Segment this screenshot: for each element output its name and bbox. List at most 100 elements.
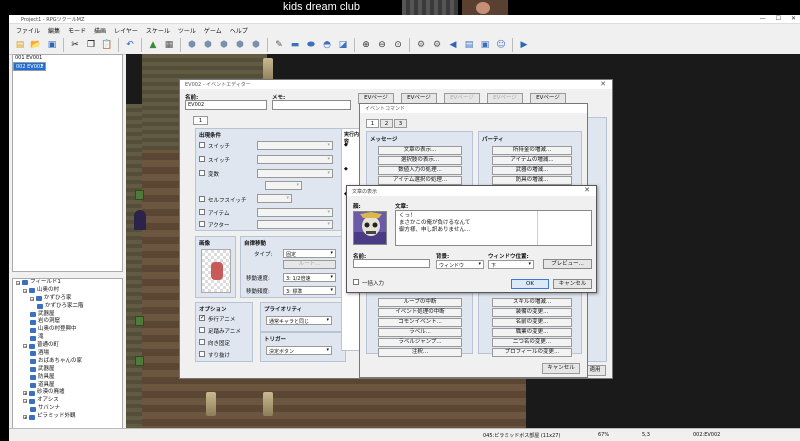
expand-toggle-icon[interactable]: − <box>16 280 20 285</box>
save-project-icon[interactable]: ▣ <box>45 38 59 52</box>
switch1-select[interactable] <box>257 141 333 150</box>
layer-auto-icon[interactable]: ⬢ <box>249 38 263 52</box>
close-icon[interactable]: ✕ <box>584 186 590 194</box>
priority-select[interactable]: 通常キャラと同じ <box>266 316 332 325</box>
message-text-area[interactable]: くっ！ まさかこの俺が負けるなんて 御方様、申し訳ありません… <box>395 210 592 246</box>
open-project-icon[interactable]: 📂 <box>29 38 43 52</box>
movement-frequency-select[interactable]: 3: 標準 <box>283 286 336 295</box>
expand-toggle-icon[interactable]: − <box>23 344 27 349</box>
tree-item[interactable]: 道具屋 <box>13 382 122 390</box>
command-button[interactable]: 職業の変更... <box>492 327 572 337</box>
command-tab-1[interactable]: 1 <box>366 119 379 128</box>
tree-item[interactable]: − 山奥の村 <box>13 287 122 295</box>
tree-item[interactable]: かずひろ家二階 <box>13 303 122 311</box>
ok-button[interactable]: OK <box>511 279 549 289</box>
expand-toggle-icon[interactable]: + <box>23 391 27 396</box>
preview-button[interactable]: プレビュー... <box>543 259 592 269</box>
tree-item[interactable]: 武器屋 <box>13 366 122 374</box>
menu-game[interactable]: ゲーム <box>201 25 225 35</box>
fill-icon[interactable]: ◓ <box>320 38 334 52</box>
layer1-icon[interactable]: ⬢ <box>185 38 199 52</box>
layer4-icon[interactable]: ⬢ <box>233 38 247 52</box>
new-project-icon[interactable]: ▤ <box>13 38 27 52</box>
tree-item[interactable]: 防具屋 <box>13 374 122 382</box>
event-searcher-icon[interactable]: ▤ <box>462 38 476 52</box>
batch-entry-checkbox[interactable] <box>353 279 359 285</box>
expand-toggle-icon[interactable]: − <box>23 399 27 404</box>
tree-item[interactable]: + ピラミッド外観 <box>13 413 122 421</box>
command-button[interactable]: コモンイベント... <box>378 317 462 327</box>
tree-item[interactable]: − フィールド1 <box>13 279 122 287</box>
memo-input[interactable] <box>272 100 351 110</box>
switch2-checkbox[interactable] <box>199 156 205 162</box>
paste-icon[interactable]: 📋 <box>100 38 114 52</box>
sound-test-icon[interactable]: ◀ <box>446 38 460 52</box>
face-image-slot[interactable] <box>353 211 387 245</box>
copy-icon[interactable]: ❐ <box>84 38 98 52</box>
zoom-actual-icon[interactable]: ⊙ <box>391 38 405 52</box>
menu-tools[interactable]: ツール <box>175 25 199 35</box>
event-name-input[interactable]: EV002 <box>185 100 267 110</box>
event-mode-icon[interactable]: ▦ <box>162 38 176 52</box>
tree-item[interactable]: − 普通の町 <box>13 342 122 350</box>
command-button[interactable]: ループの中断 <box>378 297 462 307</box>
window-position-select[interactable]: 下 <box>488 260 534 269</box>
close-icon[interactable]: ✕ <box>600 80 606 88</box>
variable-select[interactable] <box>257 169 333 178</box>
layer3-icon[interactable]: ⬢ <box>217 38 231 52</box>
tree-item[interactable]: 酒場 <box>13 350 122 358</box>
undo-icon[interactable]: ↶ <box>123 38 137 52</box>
menu-layer[interactable]: レイヤー <box>111 25 141 35</box>
command-tab-3[interactable]: 3 <box>394 119 407 128</box>
maximize-icon[interactable]: ☐ <box>776 15 781 22</box>
command-button[interactable]: ラベルジャンプ... <box>378 337 462 347</box>
tree-item[interactable]: 山奥の村登興中 <box>13 326 122 334</box>
command-button[interactable]: 名前の変更... <box>492 317 572 327</box>
command-button[interactable]: 二つ名の変更... <box>492 337 572 347</box>
pencil-icon[interactable]: ✎ <box>272 38 286 52</box>
self-switch-checkbox[interactable] <box>199 196 205 202</box>
movement-type-select[interactable]: 固定 <box>283 249 336 258</box>
zoom-out-icon[interactable]: ⊖ <box>375 38 389 52</box>
cancel-button[interactable]: キャンセル <box>542 363 580 374</box>
menu-file[interactable]: ファイル <box>13 25 43 35</box>
through-checkbox[interactable] <box>199 351 205 357</box>
command-button[interactable]: イベント処理の中断 <box>378 307 462 317</box>
ellipse-icon[interactable]: ⬬ <box>304 38 318 52</box>
walking-anime-checkbox[interactable] <box>199 314 205 321</box>
event-image-slot[interactable] <box>201 249 231 293</box>
command-button[interactable]: 数値入力の処理... <box>378 166 462 176</box>
layer2-icon[interactable]: ⬢ <box>201 38 215 52</box>
tree-item[interactable]: − オアシス <box>13 397 122 405</box>
tree-item[interactable]: サバンナ <box>13 405 122 413</box>
expand-toggle-icon[interactable]: − <box>23 288 27 293</box>
tree-item[interactable]: おばあちゃんの家 <box>13 358 122 366</box>
self-switch-select[interactable] <box>257 194 292 203</box>
tree-item[interactable]: 武器屋 <box>13 311 122 319</box>
command-button[interactable]: 注釈... <box>378 348 462 357</box>
expand-toggle-icon[interactable]: + <box>23 415 27 420</box>
command-button[interactable]: スキルの増減... <box>492 297 572 307</box>
database-icon[interactable]: ⚙ <box>414 38 428 52</box>
command-button[interactable]: 装備の変更... <box>492 307 572 317</box>
route-button[interactable]: ルート... <box>283 260 336 269</box>
switch1-checkbox[interactable] <box>199 142 205 148</box>
actor-checkbox[interactable] <box>199 221 205 227</box>
rectangle-icon[interactable]: ▬ <box>288 38 302 52</box>
shadow-pen-icon[interactable]: ◪ <box>336 38 350 52</box>
command-button[interactable]: アイテム選択の処理... <box>378 176 462 186</box>
playtest-icon[interactable]: ▶ <box>517 38 531 52</box>
minimize-icon[interactable]: — <box>760 15 766 22</box>
cut-icon[interactable]: ✂ <box>68 38 82 52</box>
tree-item[interactable]: + 砂漠の廃墟 <box>13 389 122 397</box>
close-icon[interactable]: ✕ <box>791 15 796 22</box>
tree-item[interactable]: − かずひろ家 <box>13 295 122 303</box>
command-button[interactable]: 文章の表示... <box>378 146 462 155</box>
speaker-name-input[interactable] <box>353 259 430 268</box>
command-button[interactable]: プロフィールの変更... <box>492 348 572 357</box>
expand-toggle-icon[interactable]: − <box>30 296 34 301</box>
actor-select[interactable] <box>257 220 333 229</box>
zoom-in-icon[interactable]: ⊕ <box>359 38 373 52</box>
page-tab-1[interactable]: 1 <box>193 116 208 125</box>
command-button[interactable]: 選択肢の表示... <box>378 156 462 166</box>
